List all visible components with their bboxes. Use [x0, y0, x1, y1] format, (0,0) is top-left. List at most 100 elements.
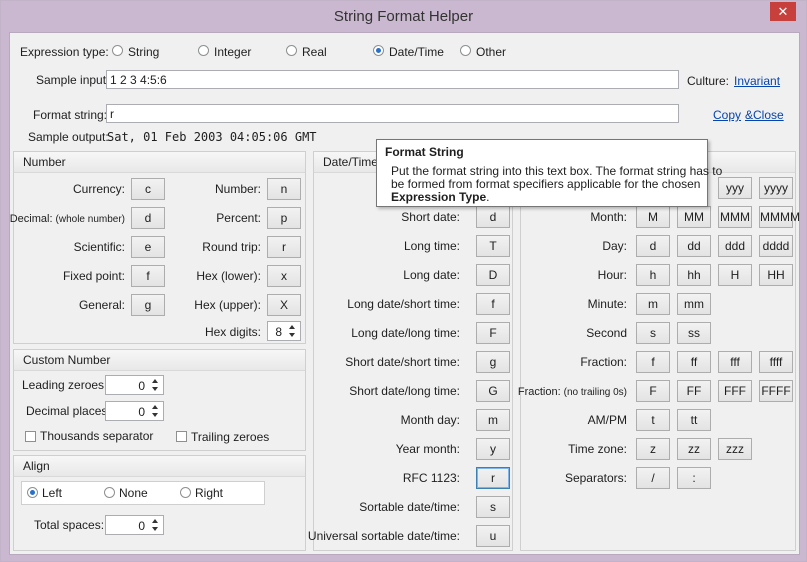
expression-string-radio[interactable] [112, 45, 123, 56]
custom-day-1-button[interactable]: d [636, 235, 670, 257]
spinner-arrows-icon[interactable] [149, 376, 163, 394]
spinner-arrows-icon[interactable] [149, 516, 163, 534]
custom-day-4-button[interactable]: dddd [759, 235, 793, 257]
custom-month-2-button[interactable]: MM [677, 206, 711, 228]
sample-input-field[interactable]: 1 2 3 4:5:6 [106, 70, 679, 89]
custom-time-zone-2-button[interactable]: zz [677, 438, 711, 460]
number-percent-label: Percent: [216, 211, 261, 225]
custom-hour-1-button[interactable]: h [636, 264, 670, 286]
spinner-arrows-icon[interactable] [149, 402, 163, 420]
year-yyy-button[interactable]: yyy [718, 177, 752, 199]
culture-link[interactable]: Invariant [734, 74, 780, 88]
custom-fraction-3-button[interactable]: fff [718, 351, 752, 373]
number-round-trip-button[interactable]: r [267, 236, 301, 258]
custom-minute-2-button[interactable]: mm [677, 293, 711, 315]
close-link[interactable]: &Close [745, 108, 784, 122]
datetime-sortable-date-time-button[interactable]: s [476, 496, 510, 518]
sample-output-label: Sample output: [28, 130, 109, 144]
thousands-separator-checkbox[interactable] [25, 431, 36, 442]
number-fixed-point-button[interactable]: f [131, 265, 165, 287]
decimal-places-value: 0 [138, 405, 145, 419]
datetime-short-date-label: Short date: [401, 210, 460, 224]
custom-separators-1-button[interactable]: / [636, 467, 670, 489]
decimal-places-spinner[interactable]: 0 [105, 401, 164, 421]
align-right-label[interactable]: Right [195, 486, 223, 500]
datetime-long-date-short-time-button[interactable]: f [476, 293, 510, 315]
custom-hour-3-button[interactable]: H [718, 264, 752, 286]
datetime-panel-title: Date/Time [323, 155, 378, 169]
custom-separators-2-button[interactable]: : [677, 467, 711, 489]
close-window-button[interactable]: ✕ [770, 2, 796, 21]
datetime-short-date-short-time-button[interactable]: g [476, 351, 510, 373]
datetime-year-month-button[interactable]: y [476, 438, 510, 460]
align-panel: Align Left None Right Total spaces: 0 [13, 455, 306, 551]
number-scientific-button[interactable]: e [131, 236, 165, 258]
number-number-button[interactable]: n [267, 178, 301, 200]
custom-fraction-2-button[interactable]: ff [677, 351, 711, 373]
expression-date-time-label[interactable]: Date/Time [389, 45, 444, 59]
spinner-arrows-icon[interactable] [286, 322, 300, 340]
format-string-field[interactable]: r [106, 104, 679, 123]
align-right-radio[interactable] [180, 487, 191, 498]
expression-date-time-radio[interactable] [373, 45, 384, 56]
custom-fraction-3-button[interactable]: FFF [718, 380, 752, 402]
number-general-button[interactable]: g [131, 294, 165, 316]
custom-fraction-1-button[interactable]: f [636, 351, 670, 373]
expression-real-radio[interactable] [286, 45, 297, 56]
leading-zeroes-spinner[interactable]: 0 [105, 375, 164, 395]
align-left-radio[interactable] [27, 487, 38, 498]
custom-month-1-button[interactable]: M [636, 206, 670, 228]
hex-digits-spinner[interactable]: 8 [267, 321, 301, 341]
number-currency-button[interactable]: c [131, 178, 165, 200]
datetime-short-date-button[interactable]: d [476, 206, 510, 228]
align-none-radio[interactable] [104, 487, 115, 498]
custom-time-zone-1-button[interactable]: z [636, 438, 670, 460]
hex-digits-label: Hex digits: [204, 325, 261, 339]
expression-real-label[interactable]: Real [302, 45, 327, 59]
decimal-places-label: Decimal places: [26, 404, 111, 418]
number-percent-button[interactable]: p [267, 207, 301, 229]
total-spaces-spinner[interactable]: 0 [105, 515, 164, 535]
custom-am-pm-1-button[interactable]: t [636, 409, 670, 431]
custom-fraction-2-button[interactable]: FF [677, 380, 711, 402]
custom-fraction-4-button[interactable]: FFFF [759, 380, 793, 402]
expression-integer-radio[interactable] [198, 45, 209, 56]
year-yyyy-button[interactable]: yyyy [759, 177, 793, 199]
expression-other-radio[interactable] [460, 45, 471, 56]
align-left-label[interactable]: Left [42, 486, 62, 500]
custom-day-2-button[interactable]: dd [677, 235, 711, 257]
datetime-month-day-button[interactable]: m [476, 409, 510, 431]
custom-minute-1-button[interactable]: m [636, 293, 670, 315]
custom-time-zone-3-button[interactable]: zzz [718, 438, 752, 460]
copy-link[interactable]: Copy [713, 108, 741, 122]
trailing-zeroes-label[interactable]: Trailing zeroes [191, 430, 269, 444]
custom-month-3-button[interactable]: MMM [718, 206, 752, 228]
expression-other-label[interactable]: Other [476, 45, 506, 59]
custom-am-pm-2-button[interactable]: tt [677, 409, 711, 431]
datetime-long-date-long-time-button[interactable]: F [476, 322, 510, 344]
datetime-universal-sortable-date-time-button[interactable]: u [476, 525, 510, 547]
number-decimal-button[interactable]: d [131, 207, 165, 229]
custom-second-2-button[interactable]: ss [677, 322, 711, 344]
custom-second-1-button[interactable]: s [636, 322, 670, 344]
datetime-long-date-button[interactable]: D [476, 264, 510, 286]
custom-day-3-button[interactable]: ddd [718, 235, 752, 257]
number-hex-upper-button[interactable]: X [267, 294, 301, 316]
number-decimal-text: Decimal: [9, 213, 53, 225]
align-none-label[interactable]: None [119, 486, 148, 500]
datetime-long-time-button[interactable]: T [476, 235, 510, 257]
custom-fraction-4-button[interactable]: ffff [759, 351, 793, 373]
custom-month-4-button[interactable]: MMMM [759, 206, 800, 228]
custom-fraction-1-button[interactable]: F [636, 380, 670, 402]
datetime-short-date-long-time-button[interactable]: G [476, 380, 510, 402]
trailing-zeroes-checkbox[interactable] [176, 431, 187, 442]
thousands-separator-label[interactable]: Thousands separator [40, 429, 153, 443]
custom-number-panel: Custom Number Leading zeroes: 0 Decimal … [13, 349, 306, 451]
expression-string-label[interactable]: String [128, 45, 159, 59]
custom-hour-4-button[interactable]: HH [759, 264, 793, 286]
expression-integer-label[interactable]: Integer [214, 45, 251, 59]
custom-hour-2-button[interactable]: hh [677, 264, 711, 286]
number-hex-lower-button[interactable]: x [267, 265, 301, 287]
datetime-rfc-1123-button[interactable]: r [476, 467, 510, 489]
number-decimal-label: Decimal: (whole number) [10, 211, 125, 225]
